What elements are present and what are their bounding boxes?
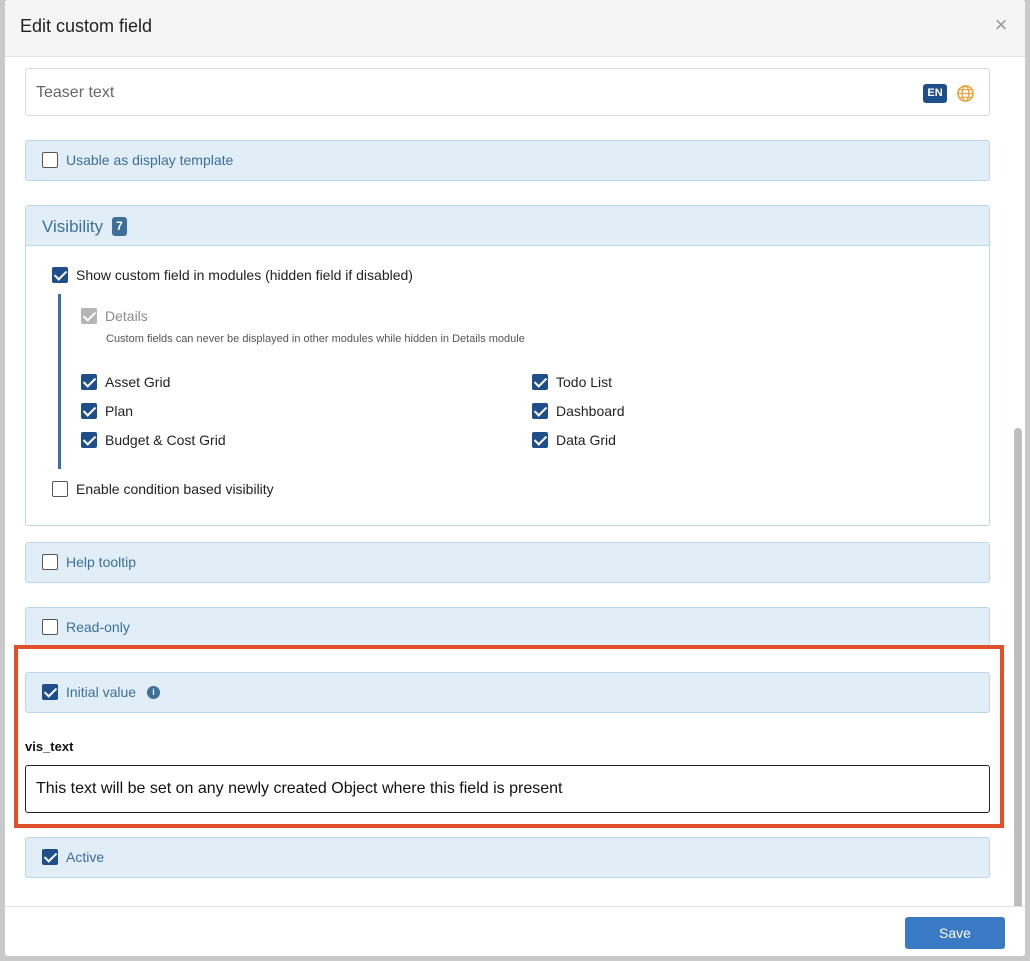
edit-custom-field-dialog: Edit custom field × EN Usable as display…: [5, 0, 1025, 956]
dialog-body: EN Usable as display template Visibility…: [5, 58, 1025, 956]
globe-icon[interactable]: [956, 84, 975, 103]
initial-value-label[interactable]: Initial value: [66, 684, 136, 700]
asset-grid-label[interactable]: Asset Grid: [105, 374, 170, 390]
visibility-section: Visibility 7 Show custom field in module…: [25, 205, 990, 526]
vis-text-label: vis_text: [25, 739, 74, 754]
visibility-count-badge: 7: [112, 217, 127, 236]
todo-list-label[interactable]: Todo List: [556, 374, 612, 390]
info-icon[interactable]: i: [147, 686, 160, 699]
display-template-panel: Usable as display template: [25, 140, 990, 181]
help-tooltip-checkbox[interactable]: [42, 554, 58, 570]
active-checkbox[interactable]: [42, 849, 58, 865]
data-grid-label[interactable]: Data Grid: [556, 432, 616, 448]
details-label: Details: [105, 308, 148, 324]
details-note: Custom fields can never be displayed in …: [106, 333, 525, 345]
teaser-text-input[interactable]: [36, 81, 906, 105]
read-only-checkbox[interactable]: [42, 619, 58, 635]
active-label[interactable]: Active: [66, 849, 104, 865]
display-template-label[interactable]: Usable as display template: [66, 152, 233, 168]
read-only-label[interactable]: Read-only: [66, 619, 130, 635]
active-panel: Active: [25, 837, 990, 878]
asset-grid-checkbox[interactable]: [81, 374, 97, 390]
dashboard-label[interactable]: Dashboard: [556, 403, 625, 419]
budget-cost-grid-label[interactable]: Budget & Cost Grid: [105, 432, 226, 448]
help-tooltip-label[interactable]: Help tooltip: [66, 554, 136, 570]
show-in-modules-checkbox[interactable]: [52, 267, 68, 283]
plan-label[interactable]: Plan: [105, 403, 133, 419]
plan-checkbox[interactable]: [81, 403, 97, 419]
details-checkbox: [81, 308, 97, 324]
language-badge[interactable]: EN: [923, 84, 947, 103]
display-template-checkbox[interactable]: [42, 152, 58, 168]
show-in-modules-label[interactable]: Show custom field in modules (hidden fie…: [76, 267, 413, 283]
save-button[interactable]: Save: [905, 917, 1005, 949]
dialog-header: Edit custom field ×: [5, 0, 1025, 57]
visibility-header[interactable]: Visibility 7: [26, 206, 989, 246]
dashboard-checkbox[interactable]: [532, 403, 548, 419]
teaser-text-field: EN: [25, 68, 990, 116]
data-grid-checkbox[interactable]: [532, 432, 548, 448]
close-icon[interactable]: ×: [993, 14, 1009, 36]
condition-visibility-checkbox[interactable]: [52, 481, 68, 497]
todo-list-checkbox[interactable]: [532, 374, 548, 390]
budget-cost-grid-checkbox[interactable]: [81, 432, 97, 448]
read-only-panel: Read-only: [25, 607, 990, 648]
scrollbar-thumb[interactable]: [1014, 428, 1022, 956]
help-tooltip-panel: Help tooltip: [25, 542, 990, 583]
initial-value-input[interactable]: [25, 765, 990, 813]
dialog-title: Edit custom field: [20, 16, 153, 36]
dialog-footer: Save: [5, 906, 1025, 956]
condition-visibility-label[interactable]: Enable condition based visibility: [76, 481, 274, 497]
modules-indent-line: [58, 294, 61, 469]
initial-value-panel: Initial value i: [25, 672, 990, 713]
visibility-title: Visibility: [42, 217, 104, 236]
initial-value-checkbox[interactable]: [42, 684, 58, 700]
